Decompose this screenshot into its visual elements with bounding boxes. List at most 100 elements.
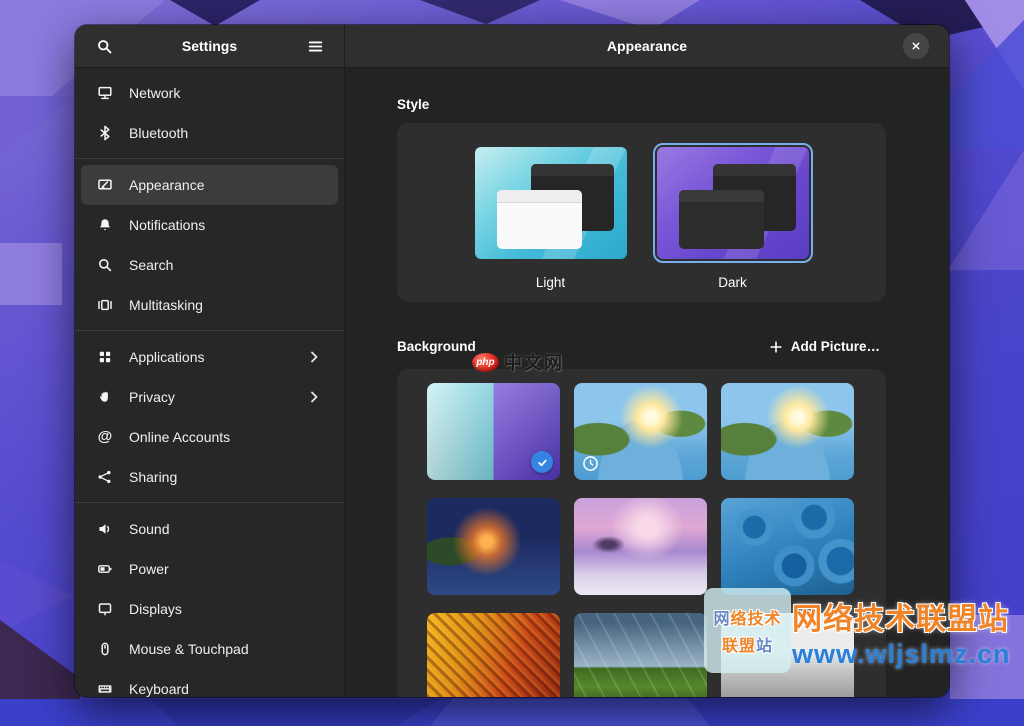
sidebar-item-power[interactable]: Power: [75, 549, 344, 589]
background-card: [397, 369, 886, 697]
wallpaper-shape: [948, 20, 1024, 150]
wallpaper-shape: [420, 0, 540, 24]
appearance-panel: Style Light Dark Background Add Picture…: [345, 68, 949, 697]
sidebar-item-label: Notifications: [129, 217, 206, 233]
sidebar-item-bluetooth[interactable]: Bluetooth: [75, 113, 344, 153]
sidebar-item-label: Network: [129, 85, 181, 101]
style-option-light[interactable]: Light: [471, 143, 631, 290]
wallpaper-shape: [0, 96, 75, 156]
wallpaper-thumbnail[interactable]: [427, 613, 560, 697]
sidebar-item-label: Multitasking: [129, 297, 203, 313]
content-headerbar: Appearance: [345, 25, 949, 68]
sidebar-item-online-accounts[interactable]: @ Online Accounts: [75, 417, 344, 457]
sidebar-headerbar: Settings: [75, 25, 345, 68]
sidebar-item-search[interactable]: Search: [75, 245, 344, 285]
add-picture-label: Add Picture…: [790, 339, 880, 354]
wallpaper-shape: [430, 699, 710, 726]
wallpaper-thumbnail[interactable]: [721, 613, 854, 697]
sidebar-item-label: Mouse & Touchpad: [129, 641, 249, 657]
background-section-title: Background: [397, 339, 476, 354]
bluetooth-icon: [97, 125, 113, 141]
add-picture-button[interactable]: Add Picture…: [763, 335, 886, 358]
settings-window: Settings Appearance Network Bluetooth Ap…: [75, 25, 949, 697]
mouse-icon: [97, 641, 113, 657]
wallpaper-shape: [170, 0, 260, 26]
sidebar-item-label: Keyboard: [129, 681, 189, 697]
sidebar-separator: [75, 330, 344, 331]
style-option-label: Dark: [718, 275, 747, 290]
sidebar-item-label: Bluetooth: [129, 125, 189, 141]
multitasking-icon: [97, 297, 113, 313]
display-icon: [97, 601, 113, 617]
chevron-right-icon: [306, 349, 322, 365]
sidebar-item-displays[interactable]: Displays: [75, 589, 344, 629]
sidebar-item-appearance[interactable]: Appearance: [81, 165, 338, 205]
selected-check-icon: [531, 451, 553, 473]
sidebar: Network Bluetooth Appearance Notificatio…: [75, 68, 345, 697]
mini-window-front: [679, 189, 765, 249]
menu-button[interactable]: [300, 31, 330, 61]
sidebar-item-mouse-touchpad[interactable]: Mouse & Touchpad: [75, 629, 344, 669]
wallpaper-thumbnail[interactable]: [721, 498, 854, 595]
wallpaper-grid: [427, 383, 886, 697]
style-option-dark[interactable]: Dark: [652, 143, 813, 290]
hand-icon: [97, 389, 113, 405]
speaker-icon: [97, 521, 113, 537]
sidebar-item-notifications[interactable]: Notifications: [75, 205, 344, 245]
close-icon: [912, 42, 920, 50]
wallpaper-shape: [948, 150, 1024, 270]
hamburger-icon: [308, 41, 322, 51]
at-icon: @: [97, 428, 113, 445]
sidebar-item-label: Appearance: [129, 177, 205, 193]
search-button[interactable]: [89, 31, 119, 61]
style-section-title: Style: [397, 97, 430, 112]
dark-theme-preview: [656, 147, 809, 259]
sidebar-item-sound[interactable]: Sound: [75, 509, 344, 549]
sidebar-item-keyboard[interactable]: Keyboard: [75, 669, 344, 697]
wallpaper-thumbnail[interactable]: [427, 498, 560, 595]
sidebar-separator: [75, 158, 344, 159]
sidebar-item-label: Sharing: [129, 469, 178, 485]
light-theme-preview: [474, 147, 627, 259]
wallpaper-shape: [0, 243, 62, 305]
sidebar-separator: [75, 502, 344, 503]
mini-window-front: [497, 189, 583, 249]
sidebar-item-label: Search: [129, 257, 174, 273]
background-section-header: Background Add Picture…: [397, 335, 886, 358]
plus-icon: [770, 340, 782, 353]
sidebar-item-label: Displays: [129, 601, 182, 617]
dark-preview-frame: [652, 143, 813, 263]
wallpaper-thumbnail[interactable]: [427, 383, 560, 480]
network-icon: [97, 85, 113, 101]
app-grid-icon: [97, 349, 113, 365]
sidebar-item-privacy[interactable]: Privacy: [75, 377, 344, 417]
wallpaper-thumbnail[interactable]: [721, 383, 854, 480]
wallpaper-thumbnail[interactable]: [574, 613, 707, 697]
keyboard-icon: [97, 681, 113, 697]
chevron-right-icon: [306, 389, 322, 405]
style-card: Light Dark: [397, 123, 886, 302]
sidebar-item-label: Power: [129, 561, 169, 577]
sidebar-item-label: Online Accounts: [129, 429, 231, 445]
search-icon: [97, 257, 113, 273]
page-title: Appearance: [606, 38, 688, 54]
dynamic-wallpaper-icon: [582, 455, 599, 472]
appearance-icon: [97, 177, 113, 193]
search-icon: [97, 39, 111, 53]
share-icon: [97, 469, 113, 485]
sidebar-item-label: Sound: [129, 521, 170, 537]
wallpaper-thumbnail[interactable]: [574, 498, 707, 595]
wallpaper-thumbnail[interactable]: [574, 383, 707, 480]
style-option-label: Light: [535, 275, 566, 290]
sidebar-item-network[interactable]: Network: [75, 73, 344, 113]
sidebar-item-applications[interactable]: Applications: [75, 337, 344, 377]
wallpaper-shape: [150, 699, 440, 726]
sidebar-item-sharing[interactable]: Sharing: [75, 457, 344, 497]
sidebar-item-label: Privacy: [129, 389, 175, 405]
bell-icon: [97, 217, 113, 233]
light-preview-frame: [471, 143, 631, 263]
battery-icon: [97, 561, 113, 577]
close-button[interactable]: [903, 33, 929, 59]
sidebar-item-multitasking[interactable]: Multitasking: [75, 285, 344, 325]
sidebar-item-label: Applications: [129, 349, 205, 365]
